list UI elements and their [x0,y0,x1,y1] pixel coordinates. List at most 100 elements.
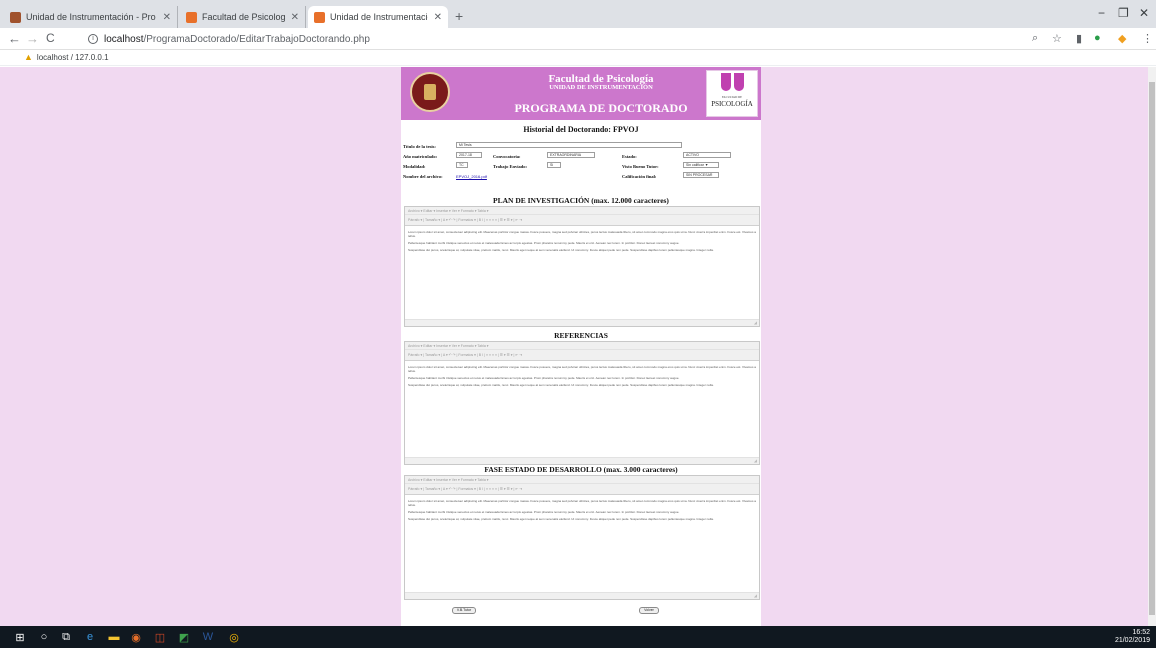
editor-menubar[interactable]: Archivo ▾ Editar ▾ Insertar ▾ Ver ▾ Form… [405,476,759,484]
favicon-icon [314,11,325,23]
close-icon[interactable]: ✕ [291,12,299,23]
app-green-icon[interactable]: ◩ [176,629,192,645]
warning-icon: ▲ [24,52,33,62]
calif-field[interactable]: SIN PROCESAR [683,172,719,178]
visto-select-value: Sin calificar [686,163,704,167]
app-orange-icon[interactable]: ◉ [128,629,144,645]
vb-tutor-button[interactable]: V.B.Tutor [452,607,476,614]
mod-field[interactable]: TC [456,162,468,168]
editor-body[interactable]: Lorem ipsum dolor sit amet, consectetuer… [405,361,759,394]
system-clock[interactable]: 16:52 21/02/2019 [1115,629,1150,645]
cast-icon[interactable]: ▮ [1076,32,1082,45]
history-title: Historial del Doctorando: FPVOJ [523,125,639,134]
editor-toolbar[interactable]: Párrafo ▾ | Tamaño ▾ | A ▾ ↶ ↷ | Formato… [405,484,759,495]
tab-title: Unidad de Instrumentación - Pro [330,12,428,22]
editor-paragraph: Lorem ipsum dolor sit amet, consectetuer… [408,499,756,507]
archivo-label: Nombre del archivo: [403,174,443,179]
university-seal-icon [410,72,450,112]
url-path: /ProgramaDoctorado/EditarTrabajoDoctoran… [143,33,370,45]
bookmark-bar: ▲ localhost / 127.0.0.1 [0,50,1156,66]
unit-title: UNIDAD DE INSTRUMENTACIÓN [549,84,653,91]
plan-editor[interactable]: Archivo ▾ Editar ▾ Insertar ▾ Ver ▾ Form… [404,206,760,327]
calif-label: Calificación final: [622,174,657,179]
new-tab-button[interactable]: + [455,8,463,24]
editor-menubar[interactable]: Archivo ▾ Editar ▾ Insertar ▾ Ver ▾ Form… [405,207,759,215]
editor-toolbar[interactable]: Párrafo ▾ | Tamaño ▾ | A ▾ ↶ ↷ | Formato… [405,215,759,226]
anio-field[interactable]: 2017-18 [456,152,482,158]
word-icon[interactable]: W [200,629,216,645]
close-icon[interactable]: ✕ [434,12,442,23]
bookmark-item[interactable]: ▲ localhost / 127.0.0.1 [24,52,109,62]
tesis-label: Título de la tesis: [403,144,436,149]
chrome-icon[interactable]: ◎ [226,629,242,645]
forward-button[interactable]: → [26,31,39,46]
fase-section-title: FASE ESTADO DE DESARROLLO (max. 3.000 ca… [484,465,678,474]
volver-button[interactable]: Volver [639,607,659,614]
task-view-icon[interactable]: ⧉ [58,629,74,645]
minimize-button[interactable]: − [1098,6,1105,20]
editor-paragraph: Lorem ipsum dolor sit amet, consectetuer… [408,365,756,373]
estado-field[interactable]: ACTIVO [683,152,731,158]
editor-body[interactable]: Lorem ipsum dolor sit amet, consectetuer… [405,226,759,259]
logo-big-text: PSICOLOGÍA [711,100,753,108]
plan-section-title: PLAN DE INVESTIGACIÓN (max. 12.000 carac… [493,196,669,205]
close-icon[interactable]: ✕ [163,12,171,23]
close-window-button[interactable]: ✕ [1139,6,1149,20]
logo-small-text: FACULTAD DE [721,95,742,99]
conv-field[interactable]: EXTRAORDINARIA [547,152,595,158]
address-bar[interactable]: i localhost/ProgramaDoctorado/EditarTrab… [88,31,1118,47]
visto-select[interactable]: Sin calificar ▼ [683,162,719,168]
tab-unidad-active[interactable]: Unidad de Instrumentación - Pro ✕ [308,6,448,28]
editor-toolbar[interactable]: Párrafo ▾ | Tamaño ▾ | A ▾ ↶ ↷ | Formato… [405,350,759,361]
maximize-button[interactable]: ❐ [1118,6,1129,20]
page-scrollbar[interactable] [1148,67,1156,626]
app-powerpoint-icon[interactable]: ◫ [152,629,168,645]
fase-editor[interactable]: Archivo ▾ Editar ▾ Insertar ▾ Ver ▾ Form… [404,475,760,600]
editor-statusbar [405,457,759,464]
chevron-down-icon: ▼ [704,163,709,167]
extension-orange-icon[interactable]: ◆ [1118,32,1126,45]
zoom-icon[interactable]: ⌕ [1032,32,1038,45]
trabajo-label: Trabajo Enviado: [493,164,528,169]
file-explorer-icon[interactable]: ▬ [106,629,122,645]
refs-editor[interactable]: Archivo ▾ Editar ▾ Insertar ▾ Ver ▾ Form… [404,341,760,465]
menu-icon[interactable]: ⋮ [1142,32,1153,45]
favicon-icon [186,11,197,23]
bookmark-label: localhost / 127.0.0.1 [36,52,109,62]
search-circle-icon[interactable]: ○ [36,629,52,645]
info-icon[interactable]: i [88,34,98,44]
trabajo-field[interactable]: Si [547,162,561,168]
browser-toolbar: ← → C i localhost/ProgramaDoctorado/Edit… [0,28,1156,50]
editor-body[interactable]: Lorem ipsum dolor sit amet, consectetuer… [405,495,759,528]
psychology-mark-icon [721,73,745,93]
editor-paragraph: Lorem ipsum dolor sit amet, consectetuer… [408,230,756,238]
conv-label: Convocatoria: [493,154,521,159]
reload-button[interactable]: C [46,31,55,45]
editor-paragraph: Pellentesque habitant morbi tristique se… [408,510,680,514]
star-icon[interactable]: ☆ [1052,32,1062,45]
archivo-link[interactable]: EPVOJ_2016.pdf [456,174,487,179]
editor-statusbar [405,592,759,599]
windows-taskbar: ⊞ ○ ⧉ e ▬ ◉ ◫ ◩ W ◎ 16:52 21/02/2019 [0,626,1156,648]
editor-paragraph: Pellentesque habitant morbi tristique se… [408,376,680,380]
back-button[interactable]: ← [8,31,21,46]
tab-facultad-intranet[interactable]: Facultad de Psicología. Intranet ✕ [180,6,306,28]
editor-paragraph: Suspendisse dui purus, scelerisque at, v… [408,517,714,521]
edge-icon[interactable]: e [82,629,98,645]
visto-label: Visto Bueno Tutor: [622,164,659,169]
tab-title: Facultad de Psicología. Intranet [202,12,285,22]
editor-menubar[interactable]: Archivo ▾ Editar ▾ Insertar ▾ Ver ▾ Form… [405,342,759,350]
page-viewport: Facultad de Psicología UNIDAD DE INSTRUM… [0,67,1148,626]
editor-paragraph: Suspendisse dui purus, scelerisque at, v… [408,383,714,387]
scrollbar-thumb[interactable] [1149,82,1155,615]
header-banner: Facultad de Psicología UNIDAD DE INSTRUM… [401,67,761,120]
windows-start-icon[interactable]: ⊞ [12,629,28,645]
mod-label: Modalidad: [403,164,426,169]
psychology-logo: FACULTAD DE PSICOLOGÍA [706,70,758,117]
editor-paragraph: Pellentesque habitant morbi tristique se… [408,241,680,245]
tab-unidad-1[interactable]: Unidad de Instrumentación - Pro ✕ [4,6,178,28]
anio-label: Año matriculado: [403,154,438,159]
estado-label: Estado: [622,154,637,159]
extension-green-icon[interactable]: ● [1094,32,1101,44]
tesis-field[interactable]: Mi Tesis [456,142,682,148]
